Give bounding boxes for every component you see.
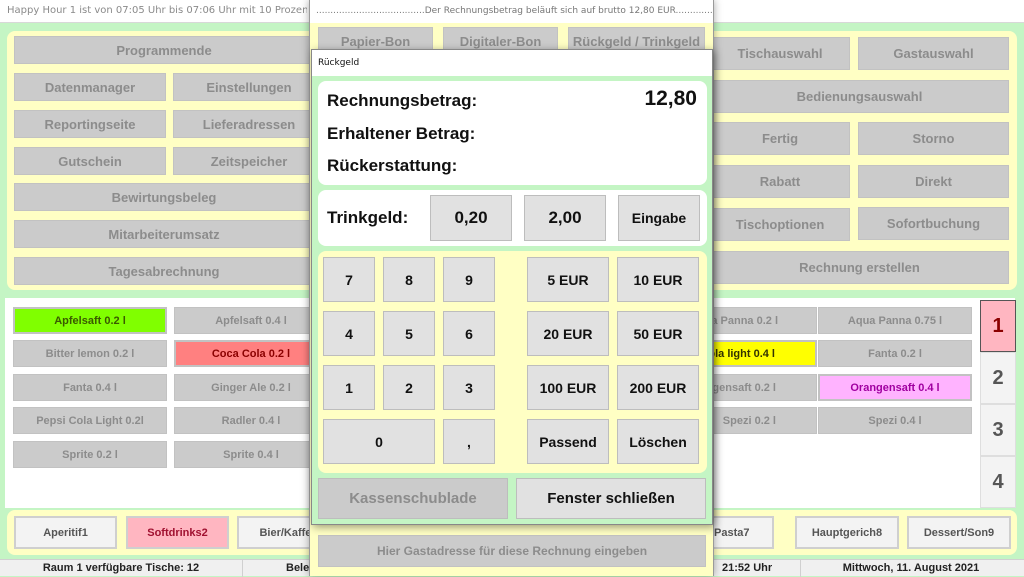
- product-button[interactable]: Apfelsaft 0.2 l: [13, 307, 167, 334]
- gastauswahl-button[interactable]: Gastauswahl: [858, 37, 1009, 70]
- lieferadressen-button[interactable]: Lieferadressen: [173, 110, 325, 138]
- invoice-total-header: ......................................De…: [310, 0, 713, 23]
- product-button[interactable]: Aqua Panna 0.75 l: [818, 307, 972, 334]
- cash-drawer-button[interactable]: Kassenschublade: [318, 478, 508, 519]
- category-hauptgericht[interactable]: Hauptgerich8: [795, 516, 899, 549]
- gutschein-button[interactable]: Gutschein: [14, 147, 166, 175]
- tischoptionen-button[interactable]: Tischoptionen: [710, 208, 850, 241]
- rabatt-button[interactable]: Rabatt: [710, 165, 850, 198]
- bewirtungsbeleg-button[interactable]: Bewirtungsbeleg: [14, 183, 314, 211]
- key-comma[interactable]: ,: [443, 419, 495, 464]
- key-0[interactable]: 0: [323, 419, 435, 464]
- product-button[interactable]: Pepsi Cola Light 0.2l: [13, 407, 167, 434]
- tip-input-button[interactable]: Eingabe: [618, 195, 700, 241]
- cash-100-eur-button[interactable]: 100 EUR: [527, 365, 609, 410]
- exact-amount-button[interactable]: Passend: [527, 419, 609, 464]
- close-window-button[interactable]: Fenster schließen: [516, 478, 706, 519]
- product-button[interactable]: Sprite 0.4 l: [174, 441, 328, 468]
- tagesabrechnung-button[interactable]: Tagesabrechnung: [14, 257, 314, 285]
- page-tab-3[interactable]: 3: [980, 404, 1016, 456]
- page-tab-1[interactable]: 1: [980, 300, 1016, 352]
- cash-50-eur-button[interactable]: 50 EUR: [617, 311, 699, 356]
- change-dialog: Rückgeld Rechnungsbetrag: 12,80 Erhalten…: [311, 49, 713, 525]
- page-tab-4[interactable]: 4: [980, 456, 1016, 508]
- received-amount-label: Erhaltener Betrag:: [327, 124, 476, 143]
- amount-summary-card: Rechnungsbetrag: 12,80 Erhaltener Betrag…: [318, 81, 707, 185]
- dialog-title: Rückgeld: [312, 50, 712, 76]
- key-3[interactable]: 3: [443, 365, 495, 410]
- left-menu-panel: Programmende Datenmanager Einstellungen …: [7, 31, 325, 290]
- key-4[interactable]: 4: [323, 311, 375, 356]
- cash-200-eur-button[interactable]: 200 EUR: [617, 365, 699, 410]
- product-button[interactable]: Sprite 0.2 l: [13, 441, 167, 468]
- key-8[interactable]: 8: [383, 257, 435, 302]
- product-button[interactable]: Spezi 0.4 l: [818, 407, 972, 434]
- clear-button[interactable]: Löschen: [617, 419, 699, 464]
- page-tab-2[interactable]: 2: [980, 352, 1016, 404]
- product-button[interactable]: Fanta 0.4 l: [13, 374, 167, 401]
- date-status: Mittwoch, 11. August 2021: [842, 562, 980, 574]
- cash-20-eur-button[interactable]: 20 EUR: [527, 311, 609, 356]
- cash-10-eur-button[interactable]: 10 EUR: [617, 257, 699, 302]
- key-2[interactable]: 2: [383, 365, 435, 410]
- product-button[interactable]: Apfelsaft 0.4 l: [174, 307, 328, 334]
- storno-button[interactable]: Storno: [858, 122, 1009, 155]
- reportingseite-button[interactable]: Reportingseite: [14, 110, 166, 138]
- zeitspeicher-button[interactable]: Zeitspeicher: [173, 147, 325, 175]
- product-button[interactable]: Fanta 0.2 l: [818, 340, 972, 367]
- cash-5-eur-button[interactable]: 5 EUR: [527, 257, 609, 302]
- category-dessert[interactable]: Dessert/Son9: [907, 516, 1011, 549]
- room-status: Raum 1 verfügbare Tische: 12: [42, 562, 200, 574]
- direkt-button[interactable]: Direkt: [858, 165, 1009, 198]
- key-7[interactable]: 7: [323, 257, 375, 302]
- einstellungen-button[interactable]: Einstellungen: [173, 73, 325, 101]
- tip-label: Trinkgeld:: [327, 208, 409, 227]
- tischauswahl-button[interactable]: Tischauswahl: [710, 37, 850, 70]
- bedienungsauswahl-button[interactable]: Bedienungsauswahl: [710, 80, 1009, 113]
- invoice-amount-value: 12,80: [644, 87, 697, 110]
- guest-address-button[interactable]: Hier Gastadresse für diese Rechnung eing…: [318, 535, 706, 567]
- mitarbeiterumsatz-button[interactable]: Mitarbeiterumsatz: [14, 220, 314, 248]
- rechnung-erstellen-button[interactable]: Rechnung erstellen: [710, 251, 1009, 284]
- tip-200-button[interactable]: 2,00: [524, 195, 606, 241]
- keypad-card: 7 8 9 4 5 6 1 2 3 0 , 5 EUR 10 EUR 20 EU…: [318, 251, 707, 473]
- fertig-button[interactable]: Fertig: [710, 122, 850, 155]
- key-9[interactable]: 9: [443, 257, 495, 302]
- time-status: 21:52 Uhr: [722, 562, 773, 574]
- product-button[interactable]: Ginger Ale 0.2 l: [174, 374, 328, 401]
- key-5[interactable]: 5: [383, 311, 435, 356]
- happy-hour-ticker: Happy Hour 1 ist von 07:05 Uhr bis 07:06…: [7, 5, 307, 16]
- programmende-button[interactable]: Programmende: [14, 36, 314, 64]
- key-6[interactable]: 6: [443, 311, 495, 356]
- category-softdrinks[interactable]: Softdrinks2: [126, 516, 229, 549]
- product-button[interactable]: Radler 0.4 l: [174, 407, 328, 434]
- product-button[interactable]: Coca Cola 0.2 l: [174, 340, 328, 367]
- invoice-amount-label: Rechnungsbetrag:: [327, 91, 478, 110]
- status-separator: [242, 560, 243, 577]
- refund-label: Rückerstattung:: [327, 156, 458, 175]
- tip-020-button[interactable]: 0,20: [430, 195, 512, 241]
- sofortbuchung-button[interactable]: Sofortbuchung: [858, 207, 1009, 240]
- product-button[interactable]: Bitter lemon 0.2 l: [13, 340, 167, 367]
- tip-card: Trinkgeld: 0,20 2,00 Eingabe: [318, 190, 707, 246]
- product-button[interactable]: Orangensaft 0.4 l: [818, 374, 972, 401]
- right-menu-panel: Tischauswahl Gastauswahl Bedienungsauswa…: [700, 31, 1017, 290]
- datenmanager-button[interactable]: Datenmanager: [14, 73, 166, 101]
- category-aperitif[interactable]: Aperitif1: [14, 516, 117, 549]
- key-1[interactable]: 1: [323, 365, 375, 410]
